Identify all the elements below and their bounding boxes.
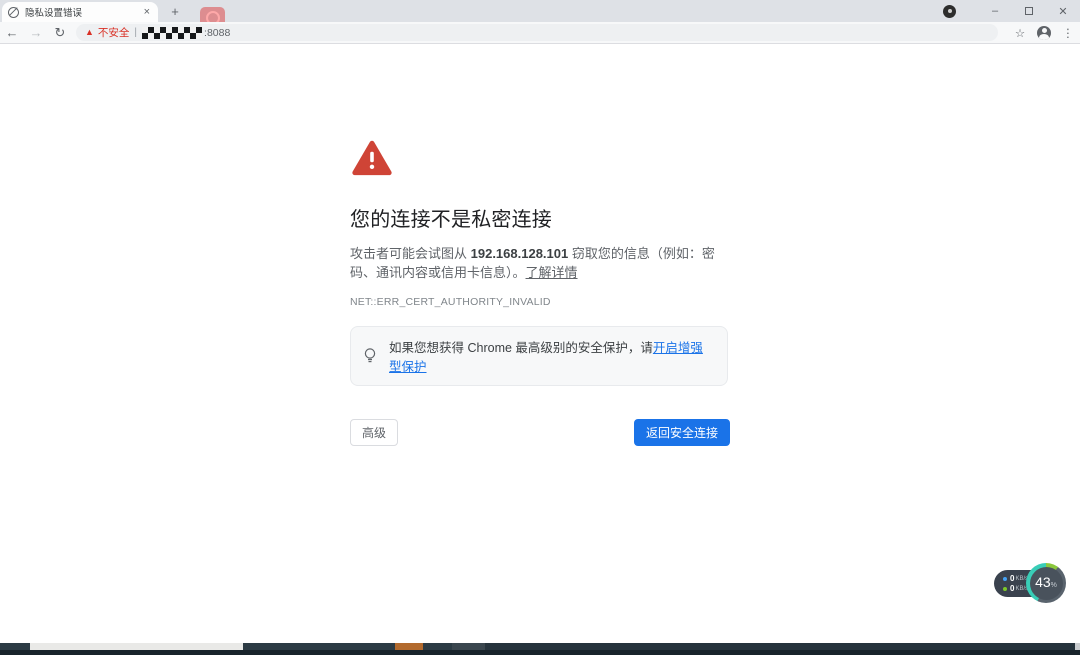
taskbar-segment (452, 643, 485, 650)
taskbar-bottom-edge (0, 650, 1080, 655)
download-dot-icon (1003, 587, 1007, 591)
not-secure-warning-icon: ▲ (85, 28, 94, 37)
bookmark-star-icon[interactable]: ☆ (1008, 26, 1032, 40)
browser-menu-icon[interactable]: ⋮ (1056, 26, 1080, 40)
back-icon[interactable]: ← (0, 25, 24, 40)
attacker-host: 192.168.128.101 (471, 246, 569, 261)
tab-strip: 隐私设置错误 × + – ✕ (0, 0, 1080, 22)
taskbar-segment (485, 643, 1075, 650)
memory-percent-value: 43 (1035, 575, 1051, 589)
taskbar-segment (1075, 643, 1080, 650)
acceleration-ball[interactable]: 43 % (1026, 563, 1066, 603)
minimize-button[interactable]: – (978, 0, 1012, 22)
reload-icon[interactable]: ↻ (48, 25, 72, 41)
error-page: 您的连接不是私密连接 攻击者可能会试图从 192.168.128.101 窃取您… (0, 45, 1080, 643)
description-prefix: 攻击者可能会试图从 (350, 246, 471, 261)
upload-dot-icon (1003, 577, 1007, 581)
error-heading: 您的连接不是私密连接 (350, 203, 730, 232)
address-bar[interactable]: ▲ 不安全 | :8088 (76, 24, 998, 41)
error-content: 您的连接不是私密连接 攻击者可能会试图从 192.168.128.101 窃取您… (350, 140, 730, 446)
advanced-button[interactable]: 高级 (350, 419, 398, 446)
acceleration-ball-inner: 43 % (1030, 567, 1063, 600)
host-taskbar-sliver (0, 643, 1080, 655)
taskbar-segment (30, 643, 243, 650)
profile-avatar[interactable] (1037, 26, 1051, 40)
tab-privacy-error[interactable]: 隐私设置错误 × (2, 2, 158, 22)
error-actions: 高级 返回安全连接 (350, 419, 730, 446)
restore-icon (1025, 7, 1033, 15)
url-port: :8088 (204, 27, 230, 39)
url-separator: | (134, 27, 137, 38)
learn-more-link[interactable]: 了解详情 (526, 265, 578, 280)
taskbar-segment (395, 643, 423, 650)
error-description: 攻击者可能会试图从 192.168.128.101 窃取您的信息（例如：密码、通… (350, 244, 730, 282)
insecure-site-icon (8, 7, 19, 18)
back-to-safety-button[interactable]: 返回安全连接 (634, 419, 730, 446)
memory-percent-sign: % (1051, 582, 1057, 589)
notification-dot-icon[interactable] (943, 5, 956, 18)
taskbar-segment (423, 643, 452, 650)
tab-title: 隐私设置错误 (25, 5, 142, 19)
redacted-url-block (142, 27, 202, 39)
taskbar-segment (0, 643, 30, 650)
tip-text: 如果您想获得 Chrome 最高级别的安全保护，请开启增强型保护 (389, 337, 715, 375)
restore-button[interactable] (1012, 0, 1046, 22)
taskbar-segment (243, 643, 395, 650)
tab-close-icon[interactable]: × (142, 7, 152, 18)
error-code: NET::ERR_CERT_AUTHORITY_INVALID (350, 296, 730, 308)
browser-toolbar: ← → ↻ ▲ 不安全 | :8088 ☆ ⋮ (0, 22, 1080, 44)
upload-speed-value: 0 (1010, 574, 1014, 583)
close-window-button[interactable]: ✕ (1046, 0, 1080, 22)
certificate-warning-icon (352, 140, 392, 176)
new-tab-button[interactable]: + (166, 3, 184, 21)
window-controls: – ✕ (943, 0, 1080, 22)
enhanced-protection-tip: 如果您想获得 Chrome 最高级别的安全保护，请开启增强型保护 (350, 326, 728, 386)
browser-window: 隐私设置错误 × + – ✕ ← → ↻ ▲ 不安全 | :8088 ☆ ⋮ (0, 0, 1080, 655)
forward-icon[interactable]: → (24, 25, 48, 40)
download-speed-value: 0 (1010, 584, 1014, 593)
not-secure-label[interactable]: 不安全 (98, 25, 130, 40)
tip-text-plain: 如果您想获得 Chrome 最高级别的安全保护，请 (389, 341, 653, 355)
lightbulb-icon (363, 347, 377, 365)
